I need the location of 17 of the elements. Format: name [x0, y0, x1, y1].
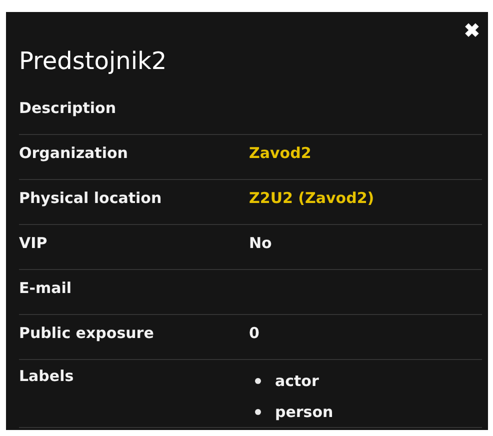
panel-title: Predstojnik2: [19, 46, 168, 77]
close-button[interactable]: ✖: [464, 22, 480, 40]
field-label: Description: [19, 98, 118, 119]
field-label: Labels: [19, 366, 75, 387]
field-label: Physical location: [19, 188, 163, 209]
field-link[interactable]: Zavod2: [249, 142, 312, 164]
field-label: VIP: [19, 233, 48, 254]
field-value: No: [249, 233, 272, 254]
field-label: E-mail: [19, 278, 73, 299]
field-label: Organization: [19, 143, 129, 164]
field-label: Public exposure: [19, 323, 155, 344]
label-item: actor: [275, 370, 319, 392]
field-value: 0: [249, 323, 260, 344]
label-item: person: [275, 402, 334, 422]
bullet-icon: [255, 408, 261, 414]
bullet-icon: [255, 378, 261, 384]
field-link[interactable]: Z2U2 (Zavod2): [249, 187, 374, 209]
